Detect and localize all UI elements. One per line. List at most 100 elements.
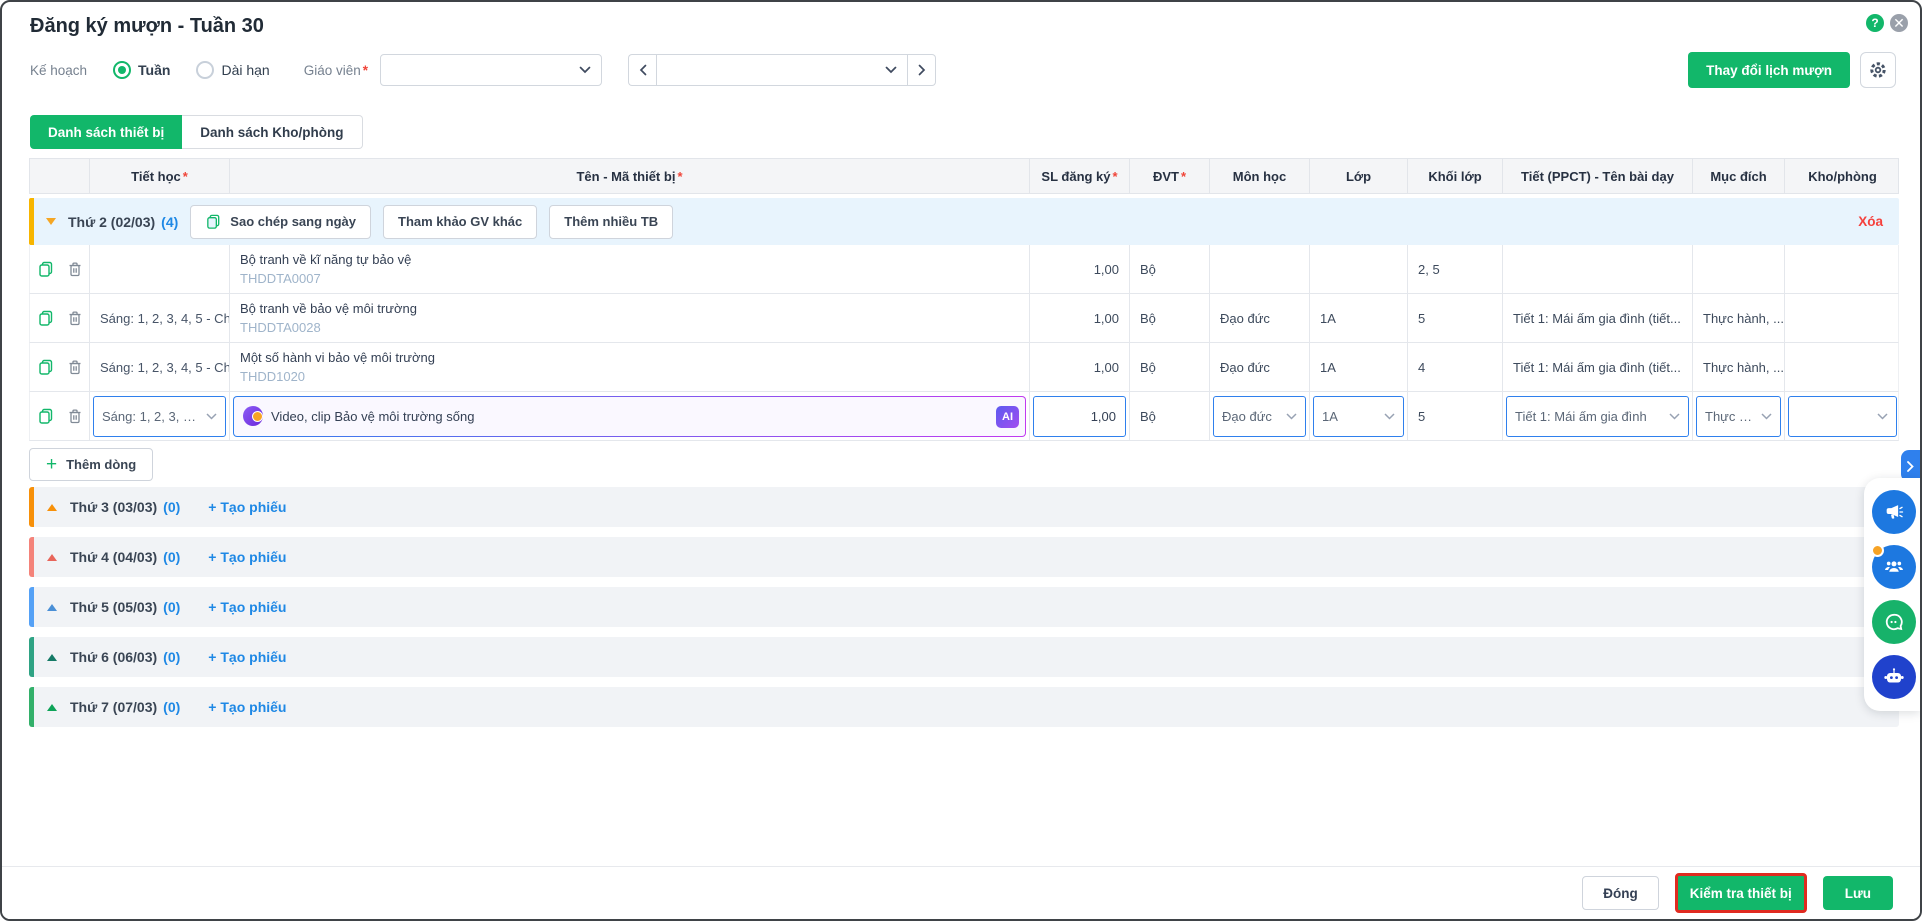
save-button[interactable]: Lưu xyxy=(1823,876,1893,910)
purpose-select[interactable]: Thực hà... xyxy=(1696,396,1781,437)
collapse-triangle-icon[interactable] xyxy=(46,218,56,225)
expand-triangle-icon[interactable] xyxy=(47,604,57,611)
chevron-down-icon xyxy=(579,66,591,74)
assistant-bot-button[interactable] xyxy=(1872,655,1916,699)
notification-dot xyxy=(1871,544,1884,557)
chat-support-button[interactable] xyxy=(1872,600,1916,644)
users-icon xyxy=(1883,556,1905,578)
close-icon[interactable]: ✕ xyxy=(1890,14,1908,32)
day-group-wednesday[interactable]: Thứ 4 (04/03) (0) + Tạo phiếu xyxy=(29,537,1899,577)
qty-cell: 1,00 xyxy=(1030,294,1130,342)
create-ticket-link[interactable]: + Tạo phiếu xyxy=(208,699,286,715)
delete-row-icon[interactable] xyxy=(67,408,83,425)
tab-room-list[interactable]: Danh sách Kho/phòng xyxy=(182,115,362,149)
community-button[interactable] xyxy=(1872,545,1916,589)
gear-icon xyxy=(1868,60,1888,80)
device-name-input[interactable]: Video, clip Bảo vệ môi trường sống AI xyxy=(233,396,1026,437)
lesson-select[interactable]: Tiết 1: Mái ấm gia đình xyxy=(1506,396,1689,437)
day-group-friday[interactable]: Thứ 6 (06/03) (0) + Tạo phiếu xyxy=(29,637,1899,677)
class-select[interactable]: 1A xyxy=(1313,396,1404,437)
reference-other-teachers-button[interactable]: Tham khảo GV khác xyxy=(383,205,537,239)
robot-icon xyxy=(1882,665,1906,689)
period-cell: Sáng: 1, 2, 3, 4, 5 - Chiề... xyxy=(90,294,230,342)
delete-row-icon[interactable] xyxy=(67,261,83,278)
copy-to-day-button[interactable]: Sao chép sang ngày xyxy=(190,205,371,239)
tab-device-list[interactable]: Danh sách thiết bị xyxy=(30,115,182,149)
class-cell: 1A xyxy=(1310,343,1408,391)
list-tabs: Danh sách thiết bị Danh sách Kho/phòng xyxy=(30,115,363,149)
header-unit: ĐVT* xyxy=(1130,159,1210,193)
add-many-devices-button[interactable]: Thêm nhiều TB xyxy=(549,205,673,239)
expand-triangle-icon[interactable] xyxy=(47,554,57,561)
delete-day-button[interactable]: Xóa xyxy=(1858,214,1899,229)
lesson-cell: Tiết 1: Mái ấm gia đình (tiết... xyxy=(1503,294,1693,342)
page-title: Đăng ký mượn - Tuần 30 xyxy=(30,15,264,38)
table-row: Bộ tranh về kĩ năng tự bảo vệ THDDTA0007… xyxy=(29,245,1899,294)
next-week-button[interactable] xyxy=(908,54,936,86)
prev-week-button[interactable] xyxy=(628,54,656,86)
room-cell xyxy=(1785,245,1900,293)
help-icon[interactable]: ? xyxy=(1866,14,1884,32)
header-subject: Môn học xyxy=(1210,159,1310,193)
lesson-cell xyxy=(1503,245,1693,293)
announcement-button[interactable] xyxy=(1872,490,1916,534)
subject-select[interactable]: Đạo đức xyxy=(1213,396,1306,437)
delete-row-icon[interactable] xyxy=(67,359,83,376)
week-select[interactable] xyxy=(656,54,908,86)
purpose-cell xyxy=(1693,245,1785,293)
header-grade: Khối lớp xyxy=(1408,159,1503,193)
unit-cell: Bộ xyxy=(1130,245,1210,293)
class-cell xyxy=(1310,245,1408,293)
duplicate-row-icon[interactable] xyxy=(37,358,55,376)
megaphone-icon xyxy=(1883,501,1905,523)
chat-icon xyxy=(1882,610,1906,634)
grade-cell: 2, 5 xyxy=(1408,245,1503,293)
day-group-label: Thứ 2 (02/03) xyxy=(68,214,155,230)
qty-input[interactable]: 1,00 xyxy=(1033,396,1126,437)
day-group-thursday[interactable]: Thứ 5 (05/03) (0) + Tạo phiếu xyxy=(29,587,1899,627)
header-actions xyxy=(30,159,90,193)
settings-button[interactable] xyxy=(1860,52,1896,88)
chevron-right-icon xyxy=(918,64,926,76)
chevron-down-icon xyxy=(1384,413,1395,420)
day-group-count: (4) xyxy=(161,214,178,230)
subject-cell: Đạo đức xyxy=(1210,294,1310,342)
expand-triangle-icon[interactable] xyxy=(47,504,57,511)
period-cell: Sáng: 1, 2, 3, 4, 5 - Chiề... xyxy=(90,343,230,391)
duplicate-row-icon[interactable] xyxy=(37,407,55,425)
lesson-cell: Tiết 1: Mái ấm gia đình (tiết... xyxy=(1503,343,1693,391)
day-group-monday[interactable]: Thứ 2 (02/03) (4) Sao chép sang ngày Tha… xyxy=(29,198,1899,245)
radio-unselected-icon xyxy=(196,61,214,79)
check-devices-button[interactable]: Kiểm tra thiết bị xyxy=(1675,873,1807,913)
subject-cell: Đạo đức xyxy=(1210,343,1310,391)
close-button[interactable]: Đóng xyxy=(1582,876,1659,910)
period-select[interactable]: Sáng: 1, 2, 3, 4, 5 - ... xyxy=(93,396,226,437)
chevron-right-icon xyxy=(1907,461,1914,472)
duplicate-row-icon[interactable] xyxy=(37,309,55,327)
teacher-select[interactable] xyxy=(380,54,602,86)
filter-bar: Kế hoạch Tuần Dài hạn Giáo viên* xyxy=(30,52,1896,88)
chevron-down-icon xyxy=(885,66,897,74)
room-select[interactable] xyxy=(1788,396,1897,437)
purpose-cell: Thực hành, ... xyxy=(1693,294,1785,342)
add-row-button[interactable]: + Thêm dòng xyxy=(29,448,153,481)
duplicate-row-icon[interactable] xyxy=(37,260,55,278)
create-ticket-link[interactable]: + Tạo phiếu xyxy=(208,549,286,565)
row-actions xyxy=(30,294,90,342)
expand-triangle-icon[interactable] xyxy=(47,654,57,661)
radio-selected-icon xyxy=(113,61,131,79)
day-group-saturday[interactable]: Thứ 7 (07/03) (0) + Tạo phiếu xyxy=(29,687,1899,727)
expand-triangle-icon[interactable] xyxy=(47,704,57,711)
delete-row-icon[interactable] xyxy=(67,310,83,327)
header-qty: SL đăng ký* xyxy=(1030,159,1130,193)
create-ticket-link[interactable]: + Tạo phiếu xyxy=(208,599,286,615)
create-ticket-link[interactable]: + Tạo phiếu xyxy=(208,649,286,665)
unit-cell: Bộ xyxy=(1130,343,1210,391)
radio-week[interactable]: Tuần xyxy=(113,61,170,79)
create-ticket-link[interactable]: + Tạo phiếu xyxy=(208,499,286,515)
header-device-name: Tên - Mã thiết bị* xyxy=(230,159,1030,193)
ai-badge[interactable]: AI xyxy=(996,406,1019,428)
radio-longterm[interactable]: Dài hạn xyxy=(196,61,269,79)
day-group-tuesday[interactable]: Thứ 3 (03/03) (0) + Tạo phiếu xyxy=(29,487,1899,527)
change-schedule-button[interactable]: Thay đổi lịch mượn xyxy=(1688,52,1850,88)
